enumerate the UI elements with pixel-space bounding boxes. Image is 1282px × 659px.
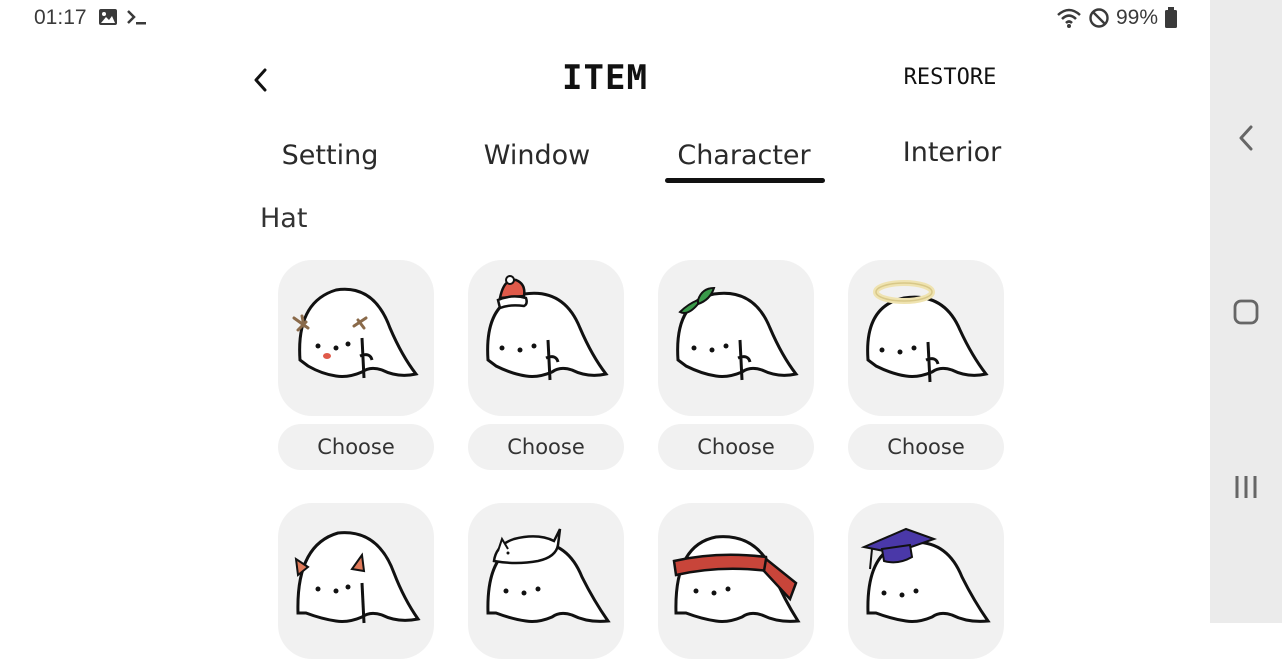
image-icon [98, 8, 118, 26]
tab-character[interactable]: Character [644, 140, 844, 171]
graduation-cap-hat-icon [860, 527, 991, 623]
section-title: Hat [260, 203, 308, 234]
reindeer-hat-icon [292, 287, 419, 379]
do-not-disturb-icon [1088, 7, 1110, 29]
status-left-icons [98, 8, 148, 26]
recents-nav-button[interactable] [1230, 467, 1262, 507]
hat-card-halo[interactable] [848, 260, 1004, 416]
choose-button[interactable]: Choose [658, 424, 814, 470]
back-nav-button[interactable] [1230, 118, 1262, 158]
halo-hat-icon [866, 280, 989, 383]
terminal-icon [126, 8, 148, 26]
headband-hat-icon [672, 535, 801, 623]
tab-bar: Setting Window Character Interior [230, 137, 1030, 188]
cat-hat-icon [486, 528, 611, 623]
battery-percent: 99% [1115, 6, 1158, 29]
wifi-icon [1056, 7, 1082, 29]
home-nav-button[interactable] [1230, 292, 1262, 332]
tab-window[interactable]: Window [437, 140, 637, 171]
tab-selected-indicator [665, 178, 825, 183]
choose-button[interactable]: Choose [278, 424, 434, 470]
hat-card-devil[interactable] [278, 503, 434, 659]
tab-setting[interactable]: Setting [230, 140, 430, 171]
chevron-left-icon [254, 68, 267, 92]
tab-interior[interactable]: Interior [852, 137, 1052, 168]
back-button[interactable] [246, 62, 274, 98]
hat-card-sprout[interactable] [658, 260, 814, 416]
santa-hat-icon [486, 275, 609, 381]
hat-card-headband[interactable] [658, 503, 814, 659]
sprout-hat-icon [676, 286, 799, 381]
choose-button[interactable]: Choose [468, 424, 624, 470]
restore-button[interactable]: RESTORE [895, 65, 1005, 90]
battery-icon [1164, 7, 1178, 29]
choose-button[interactable]: Choose [848, 424, 1004, 470]
back-nav-icon [1239, 125, 1253, 151]
recents-nav-icon [1235, 476, 1257, 498]
system-nav-bar [1210, 0, 1282, 623]
status-time: 01:17 [34, 6, 87, 29]
hat-card-cat[interactable] [468, 503, 624, 659]
page-title: ITEM [562, 58, 648, 98]
hat-card-santa[interactable] [468, 260, 624, 416]
home-nav-icon [1233, 299, 1259, 325]
hat-card-reindeer[interactable] [278, 260, 434, 416]
status-bar: 01:17 99% [0, 0, 1210, 38]
hat-card-graduation[interactable] [848, 503, 1004, 659]
status-right: 99% [1056, 6, 1178, 30]
devil-horns-hat-icon [294, 531, 421, 624]
